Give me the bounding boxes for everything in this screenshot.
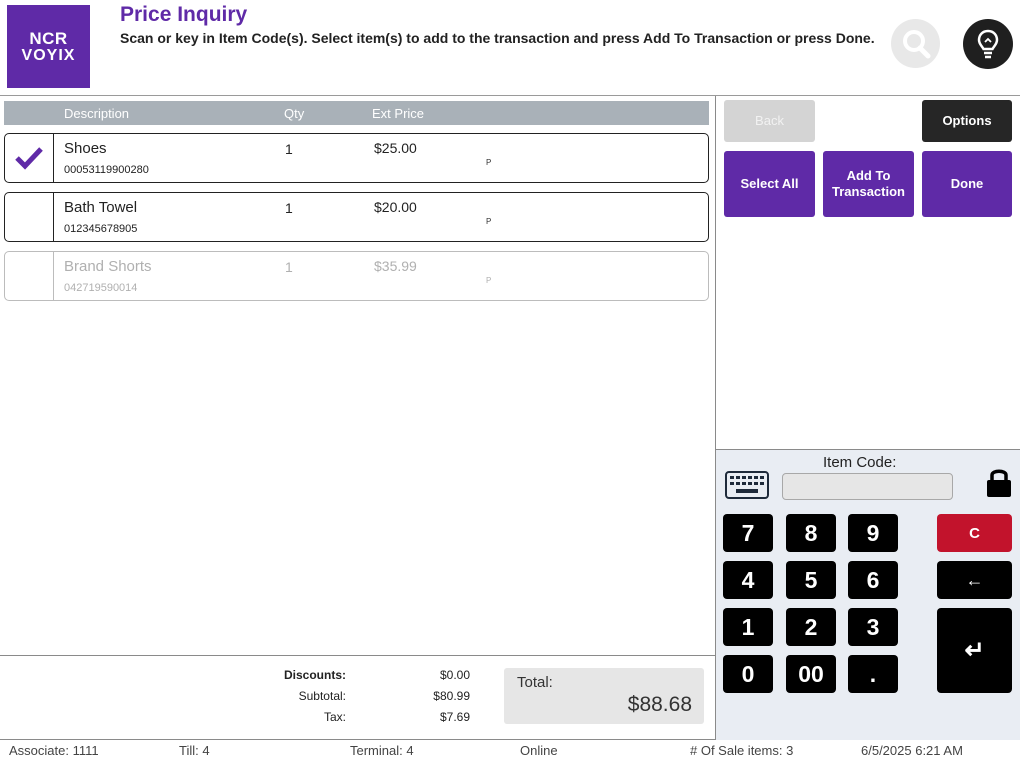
total-value: $88.68 xyxy=(627,693,692,716)
item-qty: 1 xyxy=(285,141,293,157)
page-title: Price Inquiry xyxy=(120,3,248,26)
options-button[interactable]: Options xyxy=(922,100,1012,142)
clear-key[interactable]: C xyxy=(937,514,1012,552)
item-qty: 1 xyxy=(285,259,293,275)
item-row-brand-shorts: Brand Shorts 042719590014 1 $35.99 P xyxy=(4,251,709,301)
key-4[interactable]: 4 xyxy=(723,561,773,599)
row-select-checkbox xyxy=(5,252,54,300)
add-to-transaction-label-line2: Transaction xyxy=(832,184,905,199)
keyboard-icon xyxy=(725,471,769,499)
item-qty: 1 xyxy=(285,200,293,216)
key-9[interactable]: 9 xyxy=(848,514,898,552)
total-label: Total: xyxy=(517,674,553,691)
item-code: 00053119900280 xyxy=(64,164,149,176)
item-description: Bath Towel xyxy=(64,199,138,216)
search-icon xyxy=(903,30,931,59)
backspace-key[interactable]: ← xyxy=(937,561,1012,599)
logo-line2: VOYIX xyxy=(21,47,76,64)
item-description: Shoes xyxy=(64,140,107,157)
item-ext-price: $20.00 xyxy=(374,199,417,215)
footer-associate: Associate: 1111 xyxy=(9,743,99,758)
add-to-transaction-label-line1: Add To xyxy=(846,168,891,183)
item-flag: P xyxy=(486,158,492,167)
footer-till: Till: 4 xyxy=(179,743,210,758)
key-2[interactable]: 2 xyxy=(786,608,836,646)
key-decimal[interactable]: . xyxy=(848,655,898,693)
hint-button[interactable] xyxy=(963,19,1013,69)
key-5[interactable]: 5 xyxy=(786,561,836,599)
item-code-label: Item Code: xyxy=(823,454,897,471)
select-all-button[interactable]: Select All xyxy=(724,151,815,217)
item-code-input[interactable] xyxy=(782,473,953,500)
key-8[interactable]: 8 xyxy=(786,514,836,552)
item-row-bath-towel[interactable]: Bath Towel 012345678905 1 $20.00 P xyxy=(4,192,709,242)
key-3[interactable]: 3 xyxy=(848,608,898,646)
item-flag: P xyxy=(486,217,492,226)
row-select-checkbox[interactable] xyxy=(5,193,54,241)
discounts-value: $0.00 xyxy=(439,668,470,682)
row-select-checkbox[interactable] xyxy=(5,134,54,182)
footer-terminal: Terminal: 4 xyxy=(350,743,414,758)
subtotal-label: Subtotal: xyxy=(298,689,346,703)
column-description: Description xyxy=(64,106,130,121)
discounts-label: Discounts: xyxy=(283,668,346,682)
column-ext-price: Ext Price xyxy=(372,106,425,121)
item-description: Brand Shorts xyxy=(64,258,152,275)
footer-sale-items: # Of Sale items: 3 xyxy=(690,743,794,758)
ncr-voyix-logo: NCR VOYIX xyxy=(7,5,90,88)
item-code: 042719590014 xyxy=(64,282,138,294)
item-code: 012345678905 xyxy=(64,223,138,235)
key-7[interactable]: 7 xyxy=(723,514,773,552)
lock-icon xyxy=(987,469,1011,497)
item-table-header: Description Qty Ext Price xyxy=(4,101,709,125)
item-ext-price: $35.99 xyxy=(374,258,417,274)
column-qty: Qty xyxy=(284,106,305,121)
enter-key[interactable]: ↵ xyxy=(937,608,1012,693)
item-ext-price: $25.00 xyxy=(374,140,417,156)
done-button[interactable]: Done xyxy=(922,151,1012,217)
lightbulb-icon xyxy=(977,29,999,59)
checkmark-icon xyxy=(15,147,43,170)
key-00[interactable]: 00 xyxy=(786,655,836,693)
summary-divider xyxy=(0,655,715,656)
key-0[interactable]: 0 xyxy=(723,655,773,693)
tax-label: Tax: xyxy=(323,710,346,724)
add-to-transaction-button[interactable]: Add To Transaction xyxy=(823,151,914,217)
key-1[interactable]: 1 xyxy=(723,608,773,646)
back-button[interactable]: Back xyxy=(724,100,815,142)
instructions-text: Scan or key in Item Code(s). Select item… xyxy=(120,30,875,46)
footer-status: Online xyxy=(520,743,558,758)
key-6[interactable]: 6 xyxy=(848,561,898,599)
item-flag: P xyxy=(486,276,492,285)
keyboard-button[interactable] xyxy=(725,471,769,504)
subtotal-value: $80.99 xyxy=(433,689,470,703)
tax-value: $7.69 xyxy=(439,710,470,724)
search-button[interactable] xyxy=(891,19,940,68)
item-row-shoes[interactable]: Shoes 00053119900280 1 $25.00 P xyxy=(4,133,709,183)
logo-line1: NCR xyxy=(29,29,68,48)
footer-datetime: 6/5/2025 6:21 AM xyxy=(861,743,963,758)
lock-button[interactable] xyxy=(985,466,1013,503)
